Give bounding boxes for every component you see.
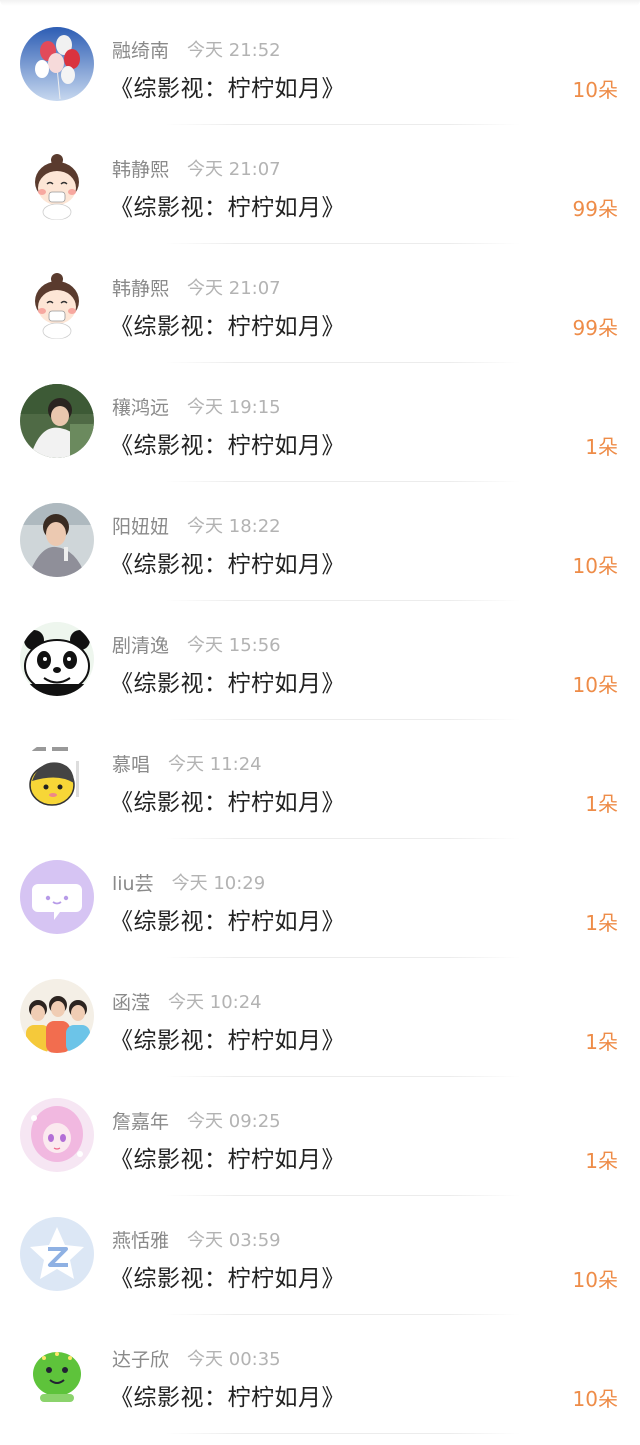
user-name[interactable]: 阳妞妞	[112, 512, 169, 539]
list-item[interactable]: 詹嘉年 今天 09:25 《综影视：柠柠如月》 1朵	[0, 1077, 640, 1196]
purple-chat-avatar[interactable]	[20, 860, 94, 934]
record-time: 今天 21:07	[187, 159, 281, 180]
list-item[interactable]: 燕恬雅 今天 03:59 《综影视：柠柠如月》 10朵	[0, 1196, 640, 1315]
list-item[interactable]: 函滢 今天 10:24 《综影视：柠柠如月》 1朵	[0, 958, 640, 1077]
list-item[interactable]: 融绮南 今天 21:52 《综影视：柠柠如月》 10朵	[0, 6, 640, 125]
book-title[interactable]: 《综影视：柠柠如月》	[110, 426, 345, 460]
list-item[interactable]: 韩静熙 今天 21:07 《综影视：柠柠如月》 99朵	[0, 125, 640, 244]
list-item[interactable]: 穰鸿远 今天 19:15 《综影视：柠柠如月》 1朵	[0, 363, 640, 482]
record-time: 今天 11:24	[168, 754, 262, 775]
record-meta: 阳妞妞 今天 18:22	[112, 512, 281, 538]
record-time: 今天 03:59	[187, 1230, 281, 1251]
yellow-cartoon-avatar[interactable]	[20, 741, 94, 815]
user-name[interactable]: 韩静熙	[112, 274, 169, 301]
book-title[interactable]: 《综影视：柠柠如月》	[110, 69, 345, 103]
record-time: 今天 10:24	[168, 992, 262, 1013]
user-name[interactable]: 詹嘉年	[112, 1107, 169, 1134]
record-time: 今天 19:15	[187, 397, 281, 418]
list-item[interactable]: 达子欣 今天 00:35 《综影视：柠柠如月》 10朵	[0, 1315, 640, 1434]
book-title[interactable]: 《综影视：柠柠如月》	[110, 545, 345, 579]
divider	[165, 1433, 520, 1434]
record-time: 今天 21:07	[187, 278, 281, 299]
record-time: 今天 00:35	[187, 1349, 281, 1370]
book-title[interactable]: 《综影视：柠柠如月》	[110, 902, 345, 936]
green-cartoon-avatar[interactable]	[20, 1336, 94, 1410]
list-item[interactable]: 慕唱 今天 11:24 《综影视：柠柠如月》 1朵	[0, 720, 640, 839]
photo-avatar[interactable]	[20, 384, 94, 458]
record-meta: 慕唱 今天 11:24	[112, 750, 262, 776]
cartoon-girl-avatar[interactable]	[20, 265, 94, 339]
record-meta: 詹嘉年 今天 09:25	[112, 1107, 281, 1133]
book-title[interactable]: 《综影视：柠柠如月》	[110, 1021, 345, 1055]
book-title[interactable]: 《综影视：柠柠如月》	[110, 664, 345, 698]
user-name[interactable]: 慕唱	[112, 750, 150, 777]
record-meta: 剧清逸 今天 15:56	[112, 631, 281, 657]
book-title[interactable]: 《综影视：柠柠如月》	[110, 1140, 345, 1174]
record-meta: 韩静熙 今天 21:07	[112, 274, 281, 300]
record-time: 今天 21:52	[187, 40, 281, 61]
record-meta: 韩静熙 今天 21:07	[112, 155, 281, 181]
record-meta: 融绮南 今天 21:52	[112, 36, 281, 62]
book-title[interactable]: 《综影视：柠柠如月》	[110, 307, 345, 341]
record-meta: 穰鸿远 今天 19:15	[112, 393, 281, 419]
photo-avatar[interactable]	[20, 503, 94, 577]
user-name[interactable]: 剧清逸	[112, 631, 169, 658]
panda-avatar[interactable]	[20, 622, 94, 696]
gift-amount: 10朵	[572, 78, 618, 102]
record-time: 今天 09:25	[187, 1111, 281, 1132]
user-name[interactable]: 燕恬雅	[112, 1226, 169, 1253]
balloons-avatar[interactable]	[20, 27, 94, 101]
user-name[interactable]: liu芸	[112, 869, 154, 896]
record-meta: 达子欣 今天 00:35	[112, 1345, 281, 1371]
gift-amount: 99朵	[572, 316, 618, 340]
cartoon-girl-avatar[interactable]	[20, 146, 94, 220]
gift-amount: 99朵	[572, 197, 618, 221]
book-title[interactable]: 《综影视：柠柠如月》	[110, 1378, 345, 1412]
user-name[interactable]: 韩静熙	[112, 155, 169, 182]
gift-amount: 10朵	[572, 1387, 618, 1411]
book-title[interactable]: 《综影视：柠柠如月》	[110, 188, 345, 222]
gift-record-list: 融绮南 今天 21:52 《综影视：柠柠如月》 10朵 韩静熙 今天 21:07…	[0, 6, 640, 1434]
record-meta: 燕恬雅 今天 03:59	[112, 1226, 281, 1252]
list-item[interactable]: 韩静熙 今天 21:07 《综影视：柠柠如月》 99朵	[0, 244, 640, 363]
gift-amount: 1朵	[585, 1030, 618, 1054]
record-meta: liu芸 今天 10:29	[112, 869, 265, 895]
record-time: 今天 18:22	[187, 516, 281, 537]
gift-amount: 1朵	[585, 1149, 618, 1173]
gift-amount: 10朵	[572, 1268, 618, 1292]
list-item[interactable]: liu芸 今天 10:29 《综影视：柠柠如月》 1朵	[0, 839, 640, 958]
gift-amount: 10朵	[572, 673, 618, 697]
book-title[interactable]: 《综影视：柠柠如月》	[110, 1259, 345, 1293]
user-name[interactable]: 融绮南	[112, 36, 169, 63]
default-qzone-avatar[interactable]	[20, 1217, 94, 1291]
record-meta: 函滢 今天 10:24	[112, 988, 262, 1014]
user-name[interactable]: 函滢	[112, 988, 150, 1015]
gift-amount: 1朵	[585, 911, 618, 935]
gift-amount: 1朵	[585, 435, 618, 459]
record-time: 今天 15:56	[187, 635, 281, 656]
gift-amount: 10朵	[572, 554, 618, 578]
user-name[interactable]: 达子欣	[112, 1345, 169, 1372]
record-time: 今天 10:29	[171, 873, 266, 894]
book-title[interactable]: 《综影视：柠柠如月》	[110, 783, 345, 817]
list-item[interactable]: 剧清逸 今天 15:56 《综影视：柠柠如月》 10朵	[0, 601, 640, 720]
group-photo-avatar[interactable]	[20, 979, 94, 1053]
anime-pink-avatar[interactable]	[20, 1098, 94, 1172]
gift-amount: 1朵	[585, 792, 618, 816]
list-item[interactable]: 阳妞妞 今天 18:22 《综影视：柠柠如月》 10朵	[0, 482, 640, 601]
user-name[interactable]: 穰鸿远	[112, 393, 169, 420]
